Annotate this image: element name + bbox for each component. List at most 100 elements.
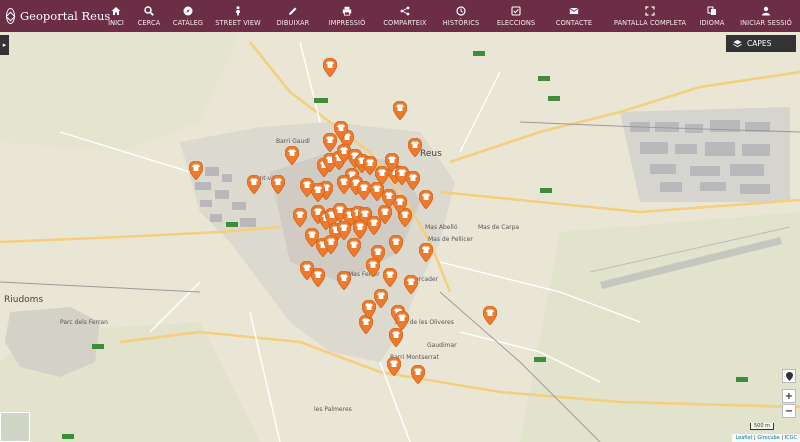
map-marker[interactable] (337, 175, 351, 194)
map-canvas[interactable]: Riudoms Parc dels Ferran Mas de Pellicer… (0, 32, 800, 442)
nav-comparteix[interactable]: COMPARTEIX (376, 0, 434, 32)
map-marker[interactable] (370, 182, 384, 201)
geoportal-logo-icon (5, 8, 16, 24)
map-marker[interactable] (271, 175, 285, 194)
place-barri-gaudi: Barri Gaudí (276, 138, 310, 145)
nav-fullscreen[interactable]: PANTALLA COMPLETA (608, 0, 692, 32)
map-marker[interactable] (389, 235, 403, 254)
map-marker[interactable] (374, 289, 388, 308)
map-marker[interactable] (404, 275, 418, 294)
map-marker[interactable] (419, 190, 433, 209)
tshirt-marker-icon (353, 220, 367, 239)
attribution-girocube-link[interactable]: Girocube (757, 435, 779, 441)
nav-dibuixar[interactable]: DIBUIXAR (268, 0, 318, 32)
map-marker[interactable] (247, 175, 261, 194)
map-marker[interactable] (334, 121, 348, 140)
pegman-icon (236, 6, 240, 16)
layers-icon (733, 39, 742, 48)
fullscreen-icon (645, 6, 655, 16)
tshirt-marker-icon (483, 306, 497, 325)
nav-historics[interactable]: HISTÒRICS (434, 0, 488, 32)
place-mas-abello: Mas Abelló (425, 224, 458, 231)
tshirt-marker-icon (389, 328, 403, 347)
nav-idioma[interactable]: IDIOMA (692, 0, 732, 32)
tshirt-marker-icon (362, 300, 376, 319)
map-marker[interactable] (408, 138, 422, 157)
map-marker[interactable] (411, 365, 425, 384)
map-marker[interactable] (353, 220, 367, 239)
brand-title: Geoportal Reus (20, 9, 111, 23)
tshirt-marker-icon (323, 58, 337, 77)
translate-icon (707, 6, 716, 15)
tshirt-marker-icon (419, 190, 433, 209)
tshirt-marker-icon (271, 175, 285, 194)
share-icon (400, 6, 410, 16)
nav-cataleg[interactable]: CATÀLEG (168, 0, 208, 32)
map-marker[interactable] (483, 306, 497, 325)
pencil-icon (289, 7, 297, 15)
place-les-palmeres: les Palmeres (314, 406, 352, 413)
nav-eleccions[interactable]: ELECCIONS (488, 0, 544, 32)
location-pin-icon (785, 371, 793, 381)
minimap-thumbnail[interactable] (0, 412, 30, 442)
place-parc-dels-ferran: Parc dels Ferran (60, 319, 108, 326)
map-marker[interactable] (406, 171, 420, 190)
user-icon (762, 6, 770, 16)
map-marker[interactable] (393, 101, 407, 120)
attribution-leaflet-link[interactable]: Leaflet (735, 435, 752, 441)
tshirt-marker-icon (293, 208, 307, 227)
locate-button[interactable] (782, 369, 796, 383)
nav-impressio[interactable]: IMPRESSIÓ (318, 0, 376, 32)
tshirt-marker-icon (357, 181, 371, 200)
tshirt-marker-icon (389, 235, 403, 254)
map-marker[interactable] (382, 189, 396, 208)
map-marker[interactable] (337, 271, 351, 290)
nav-streetview[interactable]: STREET VIEW (208, 0, 268, 32)
map-marker[interactable] (324, 235, 338, 254)
brand[interactable]: Geoportal Reus (0, 0, 110, 32)
map-marker[interactable] (357, 181, 371, 200)
map-marker[interactable] (293, 208, 307, 227)
tshirt-marker-icon (311, 268, 325, 287)
tshirt-marker-icon (366, 258, 380, 277)
map-marker[interactable] (419, 243, 433, 262)
map-marker[interactable] (362, 300, 376, 319)
layers-label: CAPES (747, 39, 772, 48)
tshirt-marker-icon (370, 182, 384, 201)
map-marker[interactable] (347, 238, 361, 257)
map-marker[interactable] (323, 58, 337, 77)
attribution-icgc-link[interactable]: ICGC (785, 435, 797, 441)
home-icon (111, 7, 121, 15)
map-marker[interactable] (300, 178, 314, 197)
tshirt-marker-icon (393, 101, 407, 120)
nav-inici[interactable]: INICI (102, 0, 130, 32)
layers-button[interactable]: CAPES (726, 35, 796, 52)
tshirt-marker-icon (374, 289, 388, 308)
map-marker[interactable] (387, 357, 401, 376)
tshirt-marker-icon (300, 178, 314, 197)
mail-icon (569, 7, 579, 14)
map-marker[interactable] (383, 268, 397, 287)
tshirt-marker-icon (419, 243, 433, 262)
map-marker[interactable] (389, 328, 403, 347)
tshirt-marker-icon (404, 275, 418, 294)
zoom-in-button[interactable]: + (782, 389, 796, 403)
sidebar-toggle-button[interactable]: ▸ (0, 35, 9, 55)
map-marker[interactable] (367, 216, 381, 235)
map-marker[interactable] (285, 146, 299, 165)
clock-icon (456, 6, 466, 16)
place-mas-de-carpa: Mas de Carpa (478, 224, 520, 231)
tshirt-marker-icon (408, 138, 422, 157)
place-reus: Reus (420, 149, 442, 159)
map-marker[interactable] (189, 161, 203, 180)
nav-contacte[interactable]: CONTACTE (544, 0, 604, 32)
tshirt-marker-icon (285, 146, 299, 165)
tshirt-marker-icon (411, 365, 425, 384)
nav-cerca[interactable]: CERCA (130, 0, 168, 32)
map-marker[interactable] (311, 268, 325, 287)
chevron-right-icon: ▸ (2, 41, 7, 49)
nav-login[interactable]: INICIAR SESSIÓ (732, 0, 800, 32)
zoom-out-button[interactable]: − (782, 404, 796, 418)
scale-bar: 500 m (749, 423, 774, 430)
map-marker[interactable] (366, 258, 380, 277)
